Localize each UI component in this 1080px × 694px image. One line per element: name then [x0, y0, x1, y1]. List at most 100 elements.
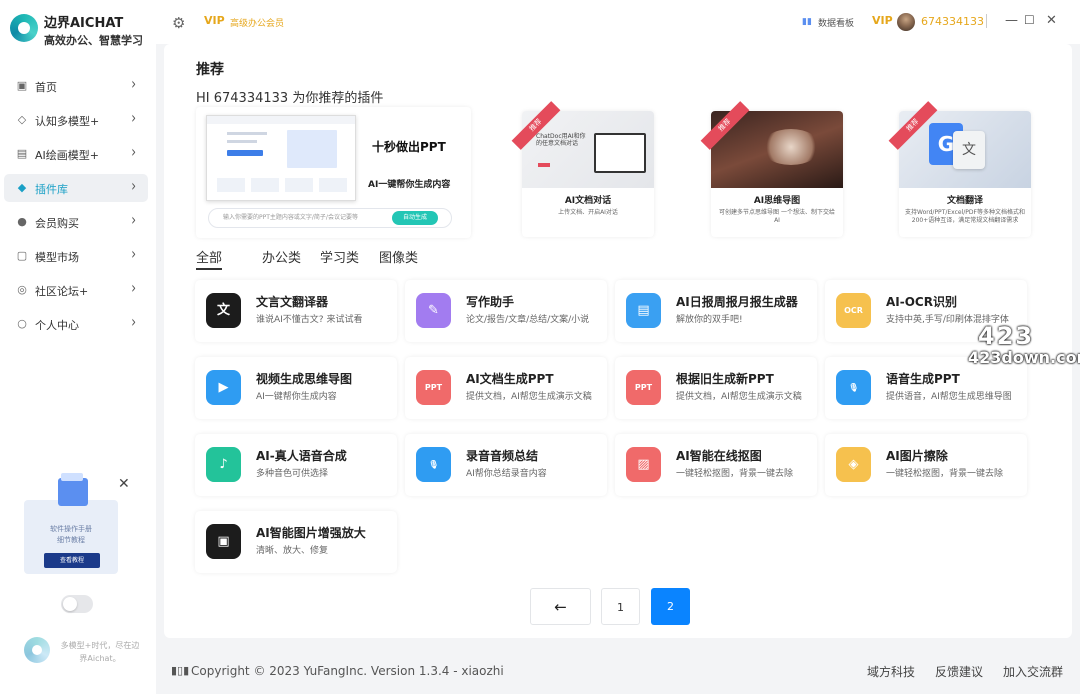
user-icon: ●: [17, 215, 27, 228]
featured-title: AI文档对话: [564, 196, 612, 206]
vip-badge-icon: VIP: [872, 14, 893, 27]
promo-line2: 细节教程: [57, 536, 85, 544]
sidebar-item-2[interactable]: ▤ AI绘画模型+ ›: [4, 140, 148, 168]
plugin-desc: AI一键帮你生成内容: [256, 392, 337, 402]
featured-desc: 可创建多节点思维导图 一个想法、制下交给AI: [719, 209, 835, 224]
plugin-title: AI图片擦除: [886, 449, 948, 463]
sidebar-item-label: 个人中心: [35, 319, 79, 332]
plugin-desc: 清晰、放大、修复: [256, 546, 329, 556]
sidebar-item-4[interactable]: ● 会员购买 ›: [4, 208, 148, 236]
join-group-link[interactable]: 加入交流群: [1003, 663, 1063, 680]
market-icon: ▢: [16, 249, 28, 262]
plugin-desc: 一键轻松抠图，背景一键去除: [886, 469, 1004, 479]
view-tutorial-button[interactable]: 查看教程: [44, 553, 100, 568]
sidebar-item-5[interactable]: ▢ 模型市场 ›: [4, 242, 148, 270]
plugin-card[interactable]: PPT 根据旧生成新PPT 提供文档，AI帮您生成演示文稿: [615, 357, 817, 419]
plugin-card[interactable]: PPT AI文档生成PPT 提供文档，AI帮您生成演示文稿: [405, 357, 607, 419]
ppt-icon: PPT: [416, 370, 451, 405]
plugin-card[interactable]: ▨ AI智能在线抠图 一键轻松抠图，背景一键去除: [615, 434, 817, 496]
plugin-title: AI日报周报月报生成器: [676, 295, 798, 309]
tab-0[interactable]: 全部: [196, 247, 223, 270]
auto-generate-button[interactable]: 自动生成: [392, 211, 438, 225]
chevron-right-icon: ›: [131, 210, 136, 230]
company-link[interactable]: 域方科技: [867, 663, 915, 680]
app-name: 边界AICHAT: [44, 16, 124, 31]
featured-title: 文档翻译: [946, 196, 983, 206]
copyright: Copyright © 2023 YuFangInc. Version 1.3.…: [191, 664, 504, 678]
close-window-icon[interactable]: ✕: [1046, 13, 1057, 28]
ppt-banner[interactable]: 十秒做出PPT AI一键帮你生成内容 输入你需要的PPT主题内容或文字/简子/会…: [196, 107, 471, 238]
featured-card-doc-chat[interactable]: ChatDoc用AI和你的任意文档对话 推荐 AI文档对话 上传文档、开启AI对…: [511, 101, 654, 237]
plugin-title: AI智能在线抠图: [676, 449, 762, 463]
chevron-right-icon: ›: [131, 312, 136, 332]
plugin-title: 录音音频总结: [466, 449, 539, 463]
plugin-card[interactable]: ◈ AI图片擦除 一键轻松抠图，背景一键去除: [825, 434, 1027, 496]
featured-card-mindmap[interactable]: 推荐 AI思维导图 可创建多节点思维导图 一个想法、制下交给AI: [700, 101, 843, 237]
page-1-button[interactable]: 1: [601, 588, 640, 625]
plugin-desc: 谁说AI不懂古文? 来试试看: [256, 315, 363, 325]
app-logo-icon: [10, 14, 38, 42]
close-icon[interactable]: ✕: [118, 476, 130, 492]
vip-icon: VIP: [204, 14, 225, 27]
featured-desc: 上传文档、开启AI对话: [558, 209, 618, 216]
plugin-title: AI-OCR识别: [886, 295, 957, 309]
sidebar-item-6[interactable]: ◎ 社区论坛+ ›: [4, 276, 148, 304]
app-window: 边界AICHAT 高效办公、智慧学习 ▣ 首页 › ◇ 认知多模型+ › ▤ AI绘画模型+ ›…: [0, 0, 1080, 694]
banner-subtitle: AI一键帮你生成内容: [368, 180, 451, 190]
plugin-desc: 一键轻松抠图，背景一键去除: [676, 469, 794, 479]
ocr-icon: OCR: [836, 293, 871, 328]
pen-icon: ✎: [416, 293, 451, 328]
maximize-icon[interactable]: ☐: [1024, 13, 1035, 27]
promo-line1: 软件操作手册: [50, 525, 92, 533]
microphone-icon: 🎙: [836, 370, 871, 405]
sidebar-item-7[interactable]: ○ 个人中心 ›: [4, 310, 148, 338]
plugin-card[interactable]: ♪ AI-真人语音合成 多种音色可供选择: [195, 434, 397, 496]
sidebar-item-1[interactable]: ◇ 认知多模型+ ›: [4, 106, 148, 134]
ppt-preview-image: [206, 115, 356, 201]
sidebar: 边界AICHAT 高效办公、智慧学习 ▣ 首页 › ◇ 认知多模型+ › ▤ AI绘画模型+ ›…: [0, 0, 156, 694]
dashboard-link[interactable]: 数据看板: [818, 16, 854, 29]
tab-1[interactable]: 办公类: [262, 247, 301, 266]
theme-toggle[interactable]: [61, 595, 93, 613]
plugin-desc: 提供语音，AI帮您生成思维导图: [886, 392, 1012, 402]
sidebar-item-label: 会员购买: [35, 217, 79, 230]
feedback-link[interactable]: 反馈建议: [935, 663, 983, 680]
app-slogan: 高效办公、智慧学习: [44, 34, 143, 47]
sidebar-item-label: 模型市场: [35, 251, 79, 264]
community-icon: ◎: [17, 283, 27, 296]
plugin-desc: 提供文档，AI帮您生成演示文稿: [676, 392, 802, 402]
vip-label[interactable]: 高级办公会员: [230, 16, 284, 29]
microphone-icon: 🎙: [416, 447, 451, 482]
user-id[interactable]: 674334133: [921, 15, 984, 28]
plugin-title: 写作助手: [466, 295, 515, 309]
featured-card-translate[interactable]: G 文 推荐 文档翻译 支持Word/PPT/Excel/PDF等多种文档格式和…: [888, 101, 1031, 237]
gear-icon[interactable]: ⚙: [172, 14, 185, 32]
minimize-icon[interactable]: —: [1005, 13, 1018, 28]
plugin-desc: AI帮你总结录音内容: [466, 469, 547, 479]
plugin-card[interactable]: ▶ 视频生成思维导图 AI一键帮你生成内容: [195, 357, 397, 419]
page-2-button[interactable]: 2: [651, 588, 690, 625]
featured-desc: 支持Word/PPT/Excel/PDF等多种文档格式和200+语种互译，满足常…: [905, 209, 1025, 224]
plugin-card[interactable]: 文 文言文翻译器 谁说AI不懂古文? 来试试看: [195, 280, 397, 342]
plugin-card[interactable]: ✎ 写作助手 论文/报告/文章/总结/文案/小说: [405, 280, 607, 342]
plugin-card[interactable]: ▤ AI日报周报月报生成器 解放你的双手吧!: [615, 280, 817, 342]
sidebar-item-0[interactable]: ▣ 首页 ›: [4, 72, 148, 100]
cube-icon: ◇: [17, 113, 27, 126]
chevron-right-icon: ›: [131, 176, 136, 196]
tab-3[interactable]: 图像类: [379, 247, 418, 266]
plugin-card[interactable]: 🎙 录音音频总结 AI帮你总结录音内容: [405, 434, 607, 496]
sidebar-footer-text: 多模型+时代，尽在边界Aichat。: [60, 641, 140, 663]
chevron-right-icon: ›: [131, 244, 136, 264]
watermark-bottom: 423down.com: [968, 348, 1080, 367]
bar-chart-icon: ▮▯▮: [171, 664, 190, 677]
sidebar-item-3[interactable]: ◆ 插件库 ›: [4, 174, 148, 202]
footer-logo-icon: [24, 637, 50, 663]
plugin-card[interactable]: ▣ AI智能图片增强放大 清晰、放大、修复: [195, 511, 397, 573]
avatar[interactable]: [897, 13, 915, 31]
tab-2[interactable]: 学习类: [320, 247, 359, 266]
plugin-title: AI智能图片增强放大: [256, 526, 366, 540]
featured-image-text: ChatDoc用AI和你的任意文档对话: [536, 133, 586, 147]
prev-page-button[interactable]: ←: [530, 588, 591, 625]
image-icon: ▤: [16, 147, 28, 160]
chevron-right-icon: ›: [131, 278, 136, 298]
